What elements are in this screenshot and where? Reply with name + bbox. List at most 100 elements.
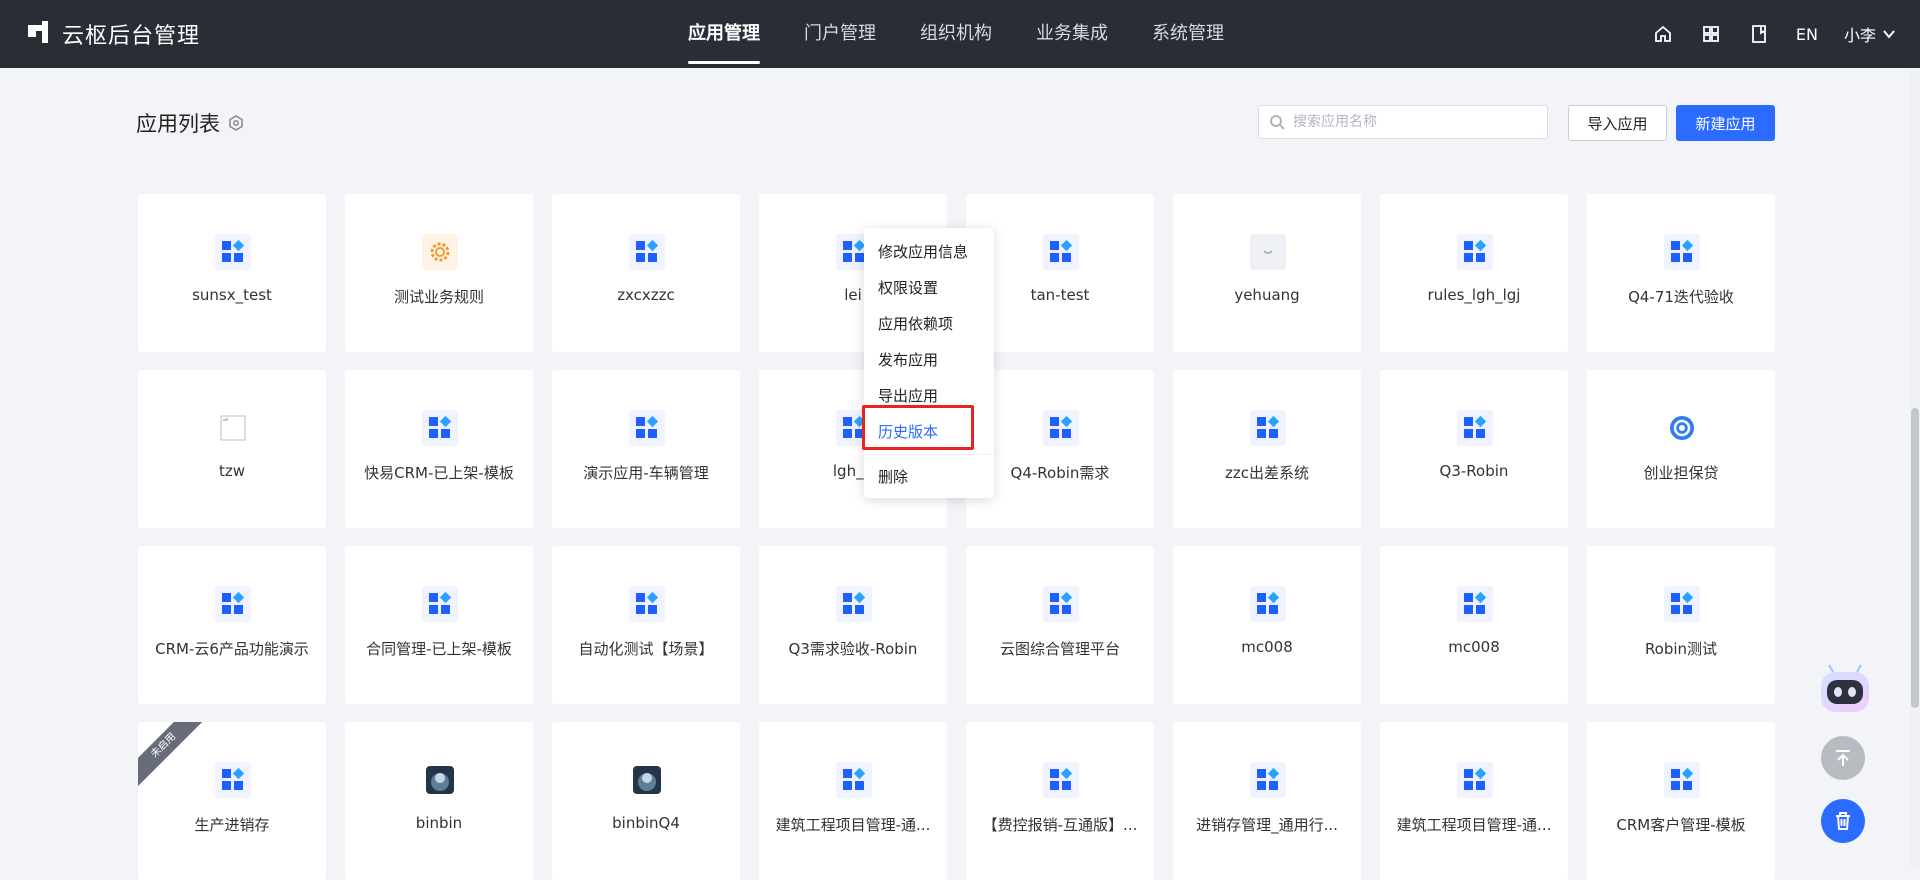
app-name: 进销存管理_通用行... (1196, 816, 1338, 834)
settings-hex-icon[interactable] (228, 115, 244, 131)
grid-icon (629, 234, 665, 270)
app-card[interactable]: yehuang (1173, 194, 1361, 352)
nav-item-2[interactable]: 组织机构 (920, 0, 992, 68)
app-card[interactable]: 建筑工程项目管理-通... (759, 722, 947, 880)
app-card[interactable]: 云图综合管理平台 (966, 546, 1154, 704)
app-card[interactable]: 【费控报销-互通版】... (966, 722, 1154, 880)
chevron-down-icon (1883, 30, 1895, 39)
app-name: rules_lgh_lgj (1427, 286, 1521, 304)
app-name: tzw (218, 462, 246, 480)
app-card[interactable]: CRM-云6产品功能演示 (138, 546, 326, 704)
context-menu-item[interactable]: 发布应用 (864, 342, 994, 378)
app-name: 演示应用-车辆管理 (583, 464, 709, 482)
app-card[interactable]: binbin (345, 722, 533, 880)
context-menu-item[interactable]: 权限设置 (864, 270, 994, 306)
app-card[interactable]: mc008 (1173, 546, 1361, 704)
app-name: zxcxzzc (617, 286, 675, 304)
new-app-button[interactable]: 新建应用 (1676, 105, 1775, 141)
user-name: 小李 (1843, 26, 1876, 45)
nav-item-4[interactable]: 系统管理 (1152, 0, 1224, 68)
grid-icon (1664, 234, 1700, 270)
app-card[interactable]: Q3需求验收-Robin (759, 546, 947, 704)
app-card[interactable]: tzw (138, 370, 326, 528)
app-name: Q3需求验收-Robin (788, 640, 918, 658)
search-input[interactable] (1291, 113, 1535, 131)
app-card[interactable]: zxcxzzc (552, 194, 740, 352)
app-card[interactable]: rules_lgh_lgj (1380, 194, 1568, 352)
grid-icon (1250, 586, 1286, 622)
page-title: 应用列表 (136, 108, 244, 138)
app-name: Robin测试 (1644, 640, 1718, 658)
app-name: 创业担保贷 (1643, 464, 1719, 482)
app-card[interactable]: 合同管理-已上架-模板 (345, 546, 533, 704)
app-name: Q4-71迭代验收 (1628, 288, 1734, 306)
scrollbar-thumb[interactable] (1911, 408, 1919, 708)
grid-icon (1043, 762, 1079, 798)
app-name: 建筑工程项目管理-通... (1396, 816, 1552, 834)
grid-icon (1664, 586, 1700, 622)
app-name: mc008 (1448, 638, 1500, 656)
app-card[interactable]: 建筑工程项目管理-通... (1380, 722, 1568, 880)
context-menu-item[interactable]: 修改应用信息 (864, 234, 994, 270)
topbar-actions: EN 小李 (1652, 0, 1896, 68)
grid-icon (836, 762, 872, 798)
grid-icon (1457, 762, 1493, 798)
app-card[interactable]: 生产进销存 未启用 (138, 722, 326, 880)
scrollbar[interactable] (1910, 68, 1920, 870)
grid-icon (215, 762, 251, 798)
context-menu-item[interactable]: 导出应用 (864, 378, 994, 414)
delete-menu-item[interactable]: 删除 (864, 459, 994, 495)
grid-icon (1457, 586, 1493, 622)
page-title-text: 应用列表 (136, 112, 220, 136)
recycle-bin-button[interactable] (1821, 799, 1865, 843)
app-card[interactable]: CRM客户管理-模板 (1587, 722, 1775, 880)
app-name: 生产进销存 (194, 816, 270, 834)
app-name: 建筑工程项目管理-通... (775, 816, 931, 834)
apps-grid-icon[interactable] (1700, 23, 1722, 45)
app-card[interactable]: Q3-Robin (1380, 370, 1568, 528)
nav-item-0[interactable]: 应用管理 (688, 0, 760, 68)
context-menu-item[interactable]: 历史版本 (864, 414, 994, 450)
arrow-up-icon (1836, 750, 1850, 766)
nav-item-1[interactable]: 门户管理 (804, 0, 876, 68)
app-card[interactable]: binbinQ4 (552, 722, 740, 880)
app-name: Q4-Robin需求 (1010, 464, 1110, 482)
grid-icon (629, 586, 665, 622)
app-card[interactable]: sunsx_test (138, 194, 326, 352)
user-menu[interactable]: 小李 (1844, 22, 1896, 46)
grid-icon (1664, 762, 1700, 798)
app-card[interactable]: tan-test (966, 194, 1154, 352)
app-name: Q3-Robin (1439, 462, 1509, 480)
brand[interactable]: 云枢后台管理 (26, 0, 200, 68)
app-card[interactable]: 测试业务规则 (345, 194, 533, 352)
home-icon[interactable] (1652, 23, 1674, 45)
app-name: sunsx_test (192, 286, 272, 304)
app-card[interactable]: 演示应用-车辆管理 (552, 370, 740, 528)
app-card[interactable]: 进销存管理_通用行... (1173, 722, 1361, 880)
import-app-button[interactable]: 导入应用 (1568, 105, 1667, 141)
app-card[interactable]: zzc出差系统 (1173, 370, 1361, 528)
language-switch[interactable]: EN (1796, 25, 1818, 44)
context-menu-item[interactable]: 应用依赖项 (864, 306, 994, 342)
trash-icon (1836, 812, 1850, 830)
grid-icon (629, 410, 665, 446)
grid-icon (1457, 410, 1493, 446)
app-card[interactable]: Q4-Robin需求 (966, 370, 1154, 528)
app-card[interactable]: Q4-71迭代验收 (1587, 194, 1775, 352)
grid-icon (422, 586, 458, 622)
app-card[interactable]: mc008 (1380, 546, 1568, 704)
app-card[interactable]: Robin测试 (1587, 546, 1775, 704)
assistant-robot-icon[interactable] (1817, 662, 1873, 718)
app-card[interactable]: 创业担保贷 (1587, 370, 1775, 528)
book-icon[interactable] (1748, 23, 1770, 45)
app-name: 快易CRM-已上架-模板 (364, 464, 514, 482)
app-card[interactable]: 快易CRM-已上架-模板 (345, 370, 533, 528)
app-card[interactable]: 自动化测试【场景】 (552, 546, 740, 704)
nav-item-3[interactable]: 业务集成 (1036, 0, 1108, 68)
grid-icon (1250, 762, 1286, 798)
app-name: 合同管理-已上架-模板 (366, 640, 512, 658)
grid-icon (215, 586, 251, 622)
search-box[interactable] (1258, 105, 1548, 139)
grid-icon (422, 410, 458, 446)
back-to-top-button[interactable] (1821, 736, 1865, 780)
